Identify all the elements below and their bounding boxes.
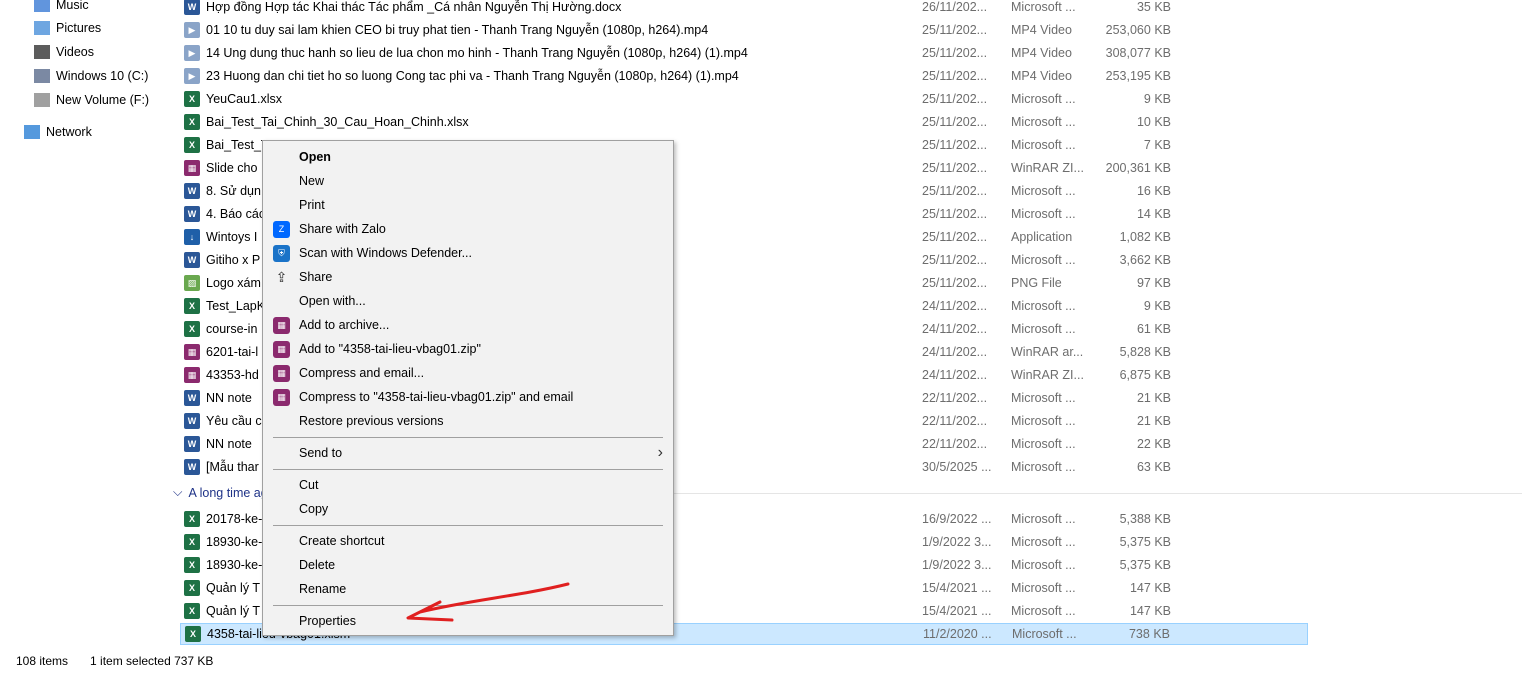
red-arrow-annotation	[406, 582, 570, 622]
